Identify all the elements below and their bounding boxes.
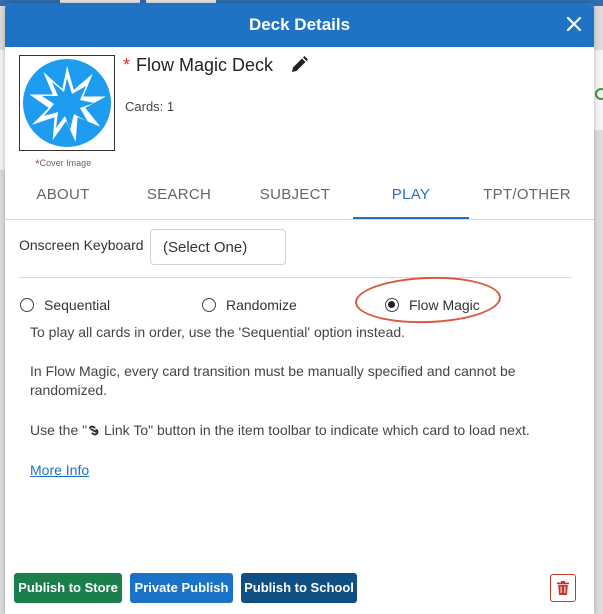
info-text: To play all cards in order, use the 'Seq… [30,324,406,340]
background-status-icon [595,88,603,100]
info-text: In Flow Magic, every card transition mus… [30,363,516,398]
tab-bar: ABOUT SEARCH SUBJECT PLAY TPT/OTHER [5,175,594,220]
onscreen-keyboard-label: Onscreen Keyboard [19,237,144,253]
deck-name-text: Flow Magic Deck [136,55,274,75]
private-publish-button[interactable]: Private Publish [130,573,233,603]
required-mark: * [35,157,40,171]
more-info-link[interactable]: More Info [30,462,89,478]
tab-tpt-other[interactable]: TPT/OTHER [469,175,585,217]
radio-randomize[interactable]: Randomize [202,295,297,315]
delete-deck-button[interactable] [550,574,576,602]
radio-circle[interactable] [20,298,34,312]
radio-sequential[interactable]: Sequential [20,295,110,315]
required-mark: * [123,55,131,75]
cover-label-text: Cover Image [39,158,92,168]
tab-subject[interactable]: SUBJECT [237,175,353,217]
background-right-panel [593,50,603,130]
tab-about[interactable]: ABOUT [5,175,121,217]
tab-search[interactable]: SEARCH [121,175,237,217]
info-text: Use the " Link To" button in the item to… [30,421,570,440]
pencil-icon[interactable] [289,55,309,75]
info-text-part: " button in the item toolbar to indicate… [148,422,530,438]
info-text-part: Link To [100,422,149,438]
deck-name: * Flow Magic Deck [123,55,273,76]
divider [19,277,571,278]
tab-play[interactable]: PLAY [353,175,469,219]
trash-icon [557,581,569,595]
modal-header: Deck Details [5,3,594,47]
deck-details-modal: Deck Details *Cover Image * Flow Magic De… [5,3,594,614]
info-text-part: Use the " [30,422,88,438]
cover-image[interactable] [19,55,115,151]
modal-title: Deck Details [248,15,351,34]
highlight-annotation [354,274,502,326]
radio-label: Sequential [44,297,111,313]
cover-image-label: *Cover Image [35,155,92,171]
radio-label: Randomize [226,297,297,313]
starburst-icon [23,59,111,147]
cards-count: Cards: 1 [125,99,175,114]
onscreen-keyboard-select[interactable]: (Select One) [150,229,286,265]
publish-to-store-button[interactable]: Publish to Store [14,573,122,603]
radio-circle[interactable] [202,298,216,312]
link-icon [89,425,99,436]
publish-to-school-button[interactable]: Publish to School [241,573,357,603]
close-icon[interactable] [564,14,584,34]
